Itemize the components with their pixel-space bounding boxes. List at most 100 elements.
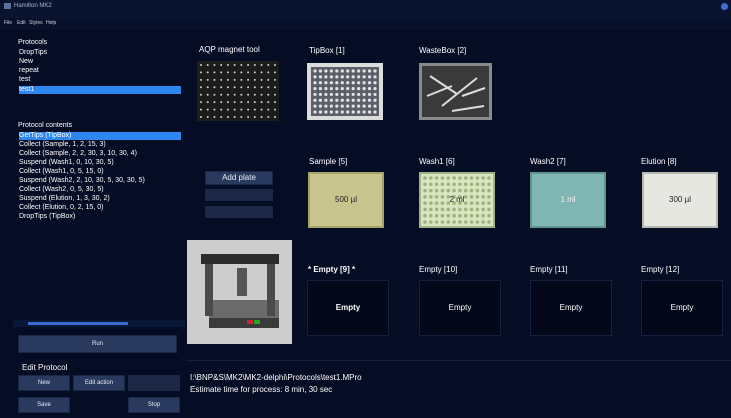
well-dot [274,93,276,96]
well-dot [267,78,270,81]
well-dot [434,176,439,180]
well-dot [274,86,276,89]
protocol-item[interactable]: test [19,76,181,84]
edit-action-button[interactable]: Edit action [73,375,125,391]
well-dot [324,86,328,91]
scrollbar-thumb[interactable] [28,322,128,325]
wastebox-plate[interactable] [419,63,492,120]
well-dot [226,64,229,66]
well-dot [440,188,445,193]
edit-protocol-label: Edit Protocol [22,363,68,372]
content-item[interactable]: DropTips (TipBox) [19,213,181,221]
well-dot [200,101,202,104]
content-item[interactable]: Collect (Sample, 1, 2, 15, 3) [19,141,181,149]
well-dot [213,64,216,66]
well-dot [260,86,263,89]
empty9-content: Empty [335,303,361,312]
run-button[interactable]: Run [18,335,177,353]
well-dot [346,98,350,102]
well-dot [440,176,445,180]
well-dot [253,78,256,81]
wash1-plate[interactable]: 2 ml [419,172,495,228]
menu-file[interactable]: File [4,20,12,26]
protocol-item[interactable]: DropTips [19,49,181,57]
well-dot [226,86,229,89]
well-dot [362,110,366,114]
well-dot [367,104,372,108]
well-dot [247,86,250,89]
well-dot [200,108,202,111]
content-item[interactable]: Suspend (Elution, 1, 3, 30, 2) [19,195,181,203]
empty11-slot[interactable]: Empty [530,280,612,336]
well-dot [226,93,229,96]
content-item-selected[interactable]: GetTips (TipBox) [19,132,181,140]
status-bar [186,360,731,405]
waste-tips-icon [426,75,486,112]
well-dot [267,108,270,111]
well-dot [463,182,468,187]
protocol-item[interactable]: New [19,58,181,66]
well-dot [487,207,491,212]
content-item[interactable]: Suspend (Wash1, 0, 10, 30, 5) [19,159,181,167]
protocol-item[interactable]: repeat [19,67,181,75]
magnet-grid-icon [200,64,276,118]
well-dot [357,104,361,108]
well-dot [351,92,355,97]
well-dot [362,104,366,108]
empty10-title: Empty [10] [419,265,458,274]
content-item[interactable]: Suspend (Wash2, 2, 10, 30, 5, 30, 30, 5) [19,177,181,185]
empty9-slot[interactable]: Empty [307,280,389,336]
tip-grid-icon [313,69,377,114]
well-dot [329,92,333,97]
new-button[interactable]: New [18,375,70,391]
content-item[interactable]: Collect (Wash2, 0, 5, 30, 5) [19,186,181,194]
well-dot [324,104,328,108]
save-button[interactable]: Save [18,397,70,413]
menu-help[interactable]: Help [46,20,56,26]
well-dot [247,108,250,111]
well-dot [213,116,216,118]
well-dot [233,116,236,118]
well-dot [481,220,485,224]
elution-plate[interactable]: 300 µl [642,172,718,228]
content-item[interactable]: Collect (Sample, 2, 2, 30, 3, 10, 30, 4) [19,150,181,158]
well-dot [220,86,223,89]
wash2-plate[interactable]: 1 ml [530,172,606,228]
well-dot [335,92,339,97]
estimate-time: Estimate time for process: 8 min, 30 sec [190,385,333,394]
well-dot [423,220,427,224]
well-dot [260,116,263,118]
tipbox-plate[interactable] [307,63,383,120]
add-plate-button[interactable]: Add plate [205,171,273,185]
stop-button[interactable]: Stop [128,397,180,413]
well-dot [200,78,202,81]
empty10-slot[interactable]: Empty [419,280,501,336]
well-dot [313,81,317,85]
well-dot [434,220,439,224]
well-dot [487,188,491,193]
close-icon[interactable] [721,3,728,10]
content-item[interactable]: Collect (Wash1, 0, 5, 15, 0) [19,168,181,176]
menu-bar: File Edit Styles Help [0,18,731,30]
well-dot [373,86,377,91]
well-dot [233,108,236,111]
menu-edit[interactable]: Edit [17,20,26,26]
protocol-item-selected[interactable]: test1 [19,86,181,94]
content-item[interactable]: Collect (Elution, 0, 2, 15, 0) [19,204,181,212]
well-dot [373,81,377,85]
well-dot [367,75,372,79]
menu-styles[interactable]: Styles [29,20,43,26]
well-dot [240,78,243,81]
well-dot [446,213,451,218]
aqp-magnet-plate[interactable] [197,61,279,121]
well-dot [434,182,439,187]
well-dot [318,81,323,85]
well-dot [367,110,372,114]
well-dot [240,64,243,66]
sample-plate[interactable]: 500 µl [308,172,384,228]
well-dot [267,71,270,74]
empty12-slot[interactable]: Empty [641,280,723,336]
well-dot [253,64,256,66]
well-dot [247,64,250,66]
empty12-content: Empty [670,303,694,312]
